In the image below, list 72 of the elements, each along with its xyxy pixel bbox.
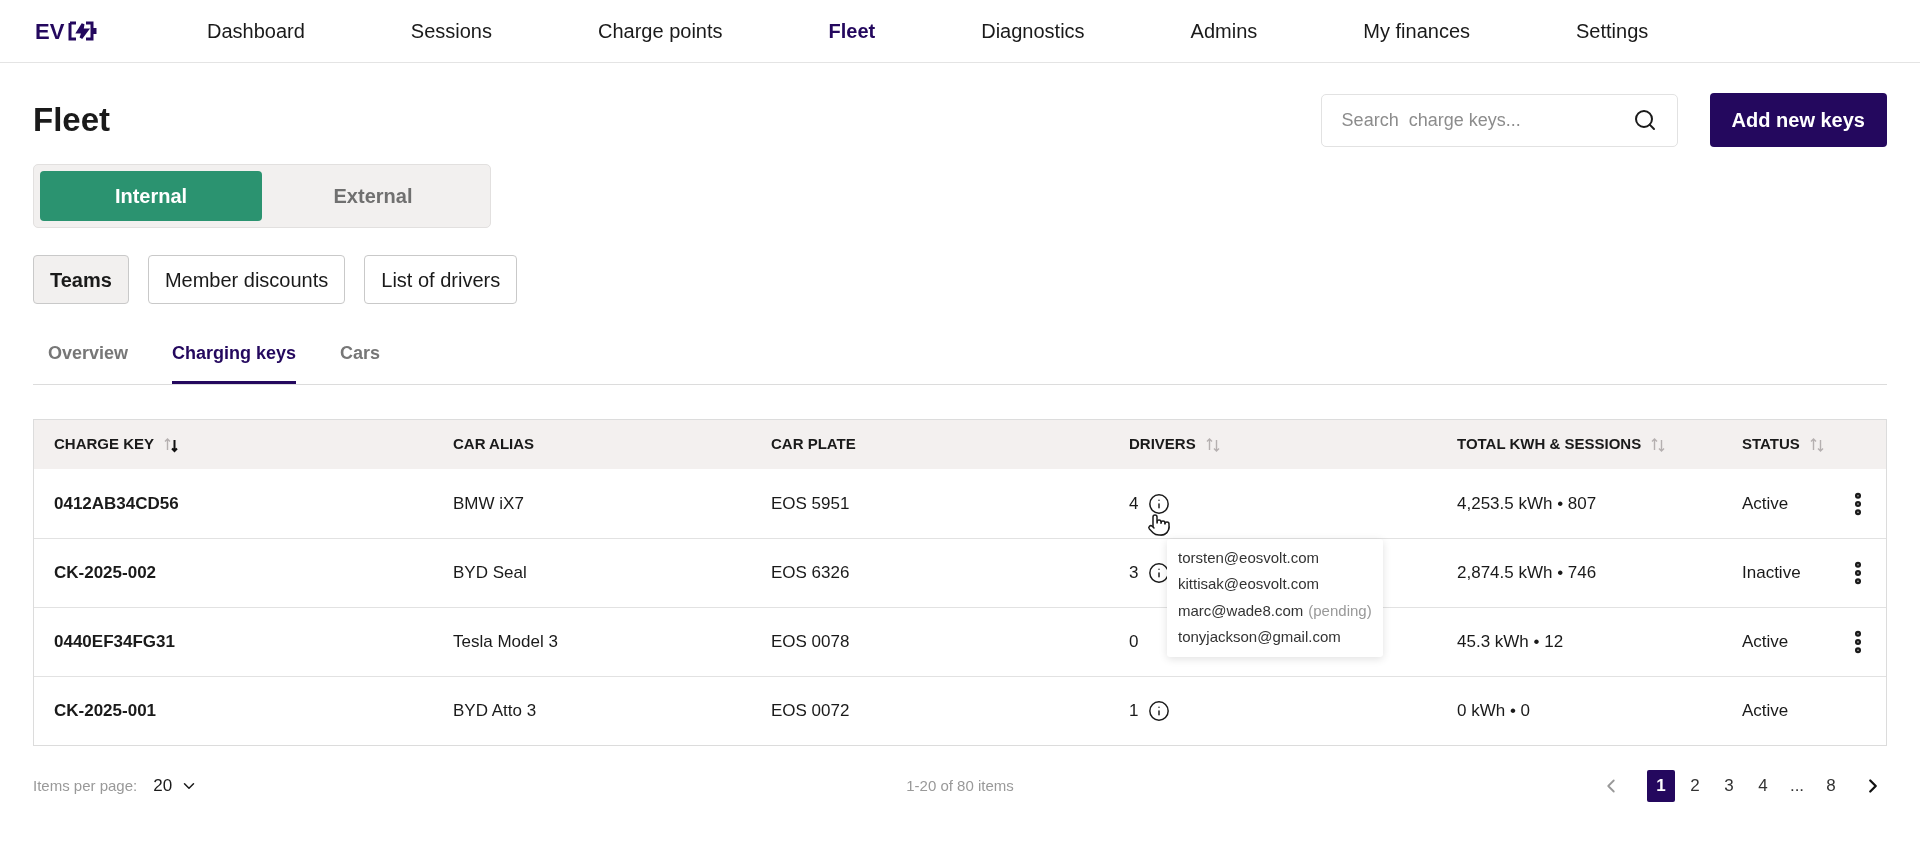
column-header: CHARGE KEY — [54, 434, 154, 455]
column-header: CAR ALIAS — [453, 434, 535, 455]
segment-tab[interactable]: External — [262, 171, 484, 221]
page-button[interactable]: 2 — [1681, 770, 1709, 802]
search-field[interactable]: Search charge keys... — [1320, 93, 1678, 147]
driver-email: torsten@eosvolt.com — [1178, 547, 1320, 568]
page-title: Fleet — [33, 100, 111, 141]
table-cell: 0440EF34FG31 — [54, 632, 175, 652]
page-button[interactable]: 8 — [1817, 770, 1845, 802]
nav-link[interactable]: Admins — [1190, 16, 1258, 46]
table-cell: BYD Atto 3 — [453, 701, 537, 721]
filter-chip[interactable]: Teams — [33, 255, 129, 304]
table-cell: Tesla Model 3 — [453, 632, 558, 652]
nav-link[interactable]: Charge points — [598, 16, 723, 46]
table-cell: EOS 5951 — [771, 493, 850, 513]
search-input[interactable]: Search charge keys... — [1341, 106, 1633, 134]
table-cell-text: 0 — [1129, 631, 1139, 654]
battery-bolt-icon — [68, 21, 99, 41]
tab[interactable]: Charging keys — [172, 330, 297, 384]
table-cell-text: 4 — [1129, 492, 1139, 515]
page-button[interactable]: ... — [1783, 770, 1811, 802]
table-cell: BMW iX7 — [453, 493, 524, 513]
segment-tab[interactable]: Internal — [40, 171, 262, 221]
table-cell: 0412AB34CD56 — [54, 493, 179, 513]
table-cell: EOS 0072 — [771, 701, 850, 721]
tab[interactable]: Overview — [48, 330, 129, 384]
table-cell-text: Inactive — [1742, 562, 1801, 585]
table-cell: 4,253.5 kWh • 807 — [1457, 493, 1597, 513]
table-cell-text: 1 — [1129, 700, 1139, 723]
nav-link[interactable]: Settings — [1576, 16, 1649, 46]
info-icon[interactable] — [1148, 492, 1171, 515]
column-header: CAR PLATE — [771, 434, 856, 455]
column-header: TOTAL KWH & SESSIONS — [1457, 434, 1642, 455]
table-cell: EOS 6326 — [771, 563, 850, 583]
filter-chip[interactable]: List of drivers — [364, 255, 518, 304]
items-per-page-select[interactable]: 20 — [153, 773, 199, 799]
page-button[interactable]: 3 — [1715, 770, 1743, 802]
table-cell-text: Active — [1742, 631, 1789, 654]
table-cell-text: 3 — [1129, 562, 1139, 585]
range-text: 1-20 of 80 items — [906, 775, 1014, 796]
logo[interactable]: EV — [35, 14, 207, 48]
table-cell: 45.3 kWh • 12 — [1457, 632, 1564, 652]
info-icon[interactable] — [1148, 700, 1171, 722]
nav-link[interactable]: Sessions — [410, 16, 492, 46]
pending-label: (pending) — [1308, 600, 1372, 621]
column-header: STATUS — [1742, 434, 1800, 455]
table-cell: 0 kWh • 0 — [1457, 701, 1531, 721]
table-cell: BYD Seal — [453, 563, 527, 583]
nav-link[interactable]: Dashboard — [207, 16, 305, 46]
nav-link[interactable]: Fleet — [828, 16, 876, 46]
table-cell: 2,874.5 kWh • 746 — [1457, 563, 1597, 583]
table-cell: CK-2025-002 — [54, 563, 157, 583]
driver-email: kittisak@eosvolt.com — [1178, 574, 1320, 595]
nav-link[interactable]: My finances — [1363, 16, 1471, 46]
driver-email: tonyjackson@gmail.com — [1178, 627, 1341, 648]
sort-icon[interactable] — [164, 436, 178, 453]
table-cell-text: Active — [1742, 700, 1789, 723]
filter-chip[interactable]: Member discounts — [147, 255, 346, 304]
driver-email: marc@wade8.com — [1178, 600, 1304, 621]
table-cell-text: Active — [1742, 492, 1789, 515]
page-button[interactable]: 1 — [1647, 770, 1675, 802]
column-header: DRIVERS — [1129, 434, 1196, 455]
tab[interactable]: Cars — [340, 330, 381, 384]
table-cell: CK-2025-001 — [54, 701, 157, 721]
table-cell: EOS 0078 — [771, 632, 850, 652]
search-icon[interactable] — [1632, 108, 1657, 132]
nav-link[interactable]: Diagnostics — [981, 16, 1085, 46]
logo-text: EV — [35, 17, 65, 46]
cursor-icon — [1147, 512, 1171, 537]
add-keys-button[interactable]: Add new keys — [1709, 93, 1887, 147]
page-button[interactable]: 4 — [1749, 770, 1777, 802]
items-per-page-label: Items per page: — [33, 775, 138, 796]
